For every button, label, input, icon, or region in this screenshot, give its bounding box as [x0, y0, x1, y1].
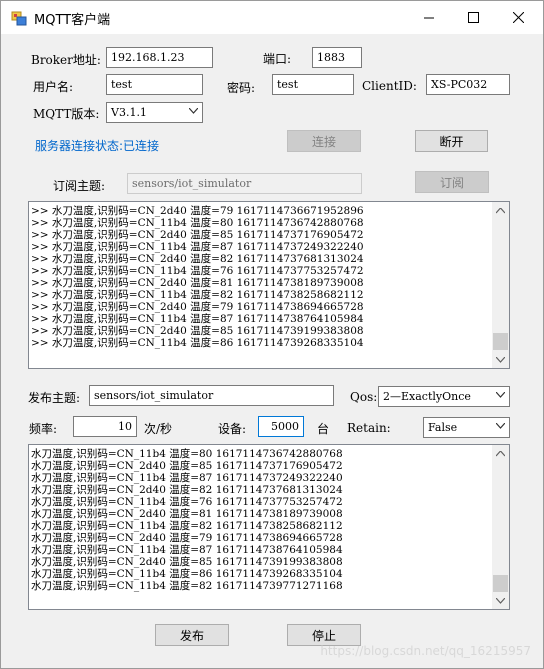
clientid-label: ClientID:	[362, 79, 417, 93]
scroll-down-button[interactable]	[492, 351, 509, 368]
mqtt-version-value: V3.1.1	[111, 106, 147, 119]
minimize-button[interactable]	[406, 1, 451, 34]
chevron-up-icon	[496, 207, 505, 213]
app-icon	[11, 10, 27, 26]
qos-value: 2—ExactlyOnce	[383, 390, 471, 403]
app-window: MQTT客户端 Broker地址: 192.168.1.23 端口: 1883 …	[0, 0, 544, 669]
chevron-down-icon	[496, 597, 505, 604]
list-item[interactable]: >> 水刀温度,识别码=CN_2d40 温度=85 16171147391993…	[29, 325, 364, 337]
scroll-down-button[interactable]	[492, 592, 509, 609]
subscribe-topic-label: 订阅主题:	[53, 179, 106, 193]
chevron-down-icon	[189, 108, 198, 114]
broker-label: Broker地址:	[31, 53, 101, 67]
list-item[interactable]: 水刀温度,识别码=CN_11b4 温度=87 16171147372493222…	[29, 472, 343, 484]
scroll-thumb[interactable]	[493, 333, 508, 350]
sent-messages-list[interactable]: 水刀温度,识别码=CN_11b4 温度=80 16171147367428807…	[28, 444, 510, 610]
list-item[interactable]: >> 水刀温度,识别码=CN_11b4 温度=87 16171147372493…	[29, 241, 364, 253]
qos-label: Qos:	[350, 390, 378, 404]
list-item[interactable]: 水刀温度,识别码=CN_11b4 温度=76 16171147377532574…	[29, 496, 343, 508]
list-item[interactable]: 水刀温度,识别码=CN_11b4 温度=82 16171147397712711…	[29, 580, 343, 592]
title-bar[interactable]: MQTT客户端	[1, 1, 543, 34]
publish-topic-label: 发布主题:	[28, 391, 81, 405]
publish-button[interactable]: 发布	[155, 624, 229, 646]
received-messages: >> 水刀温度,识别码=CN_2d40 温度=79 16171147366719…	[29, 205, 364, 349]
chevron-down-icon	[496, 392, 505, 398]
frequency-label: 频率:	[29, 422, 58, 436]
close-button[interactable]	[496, 1, 541, 34]
list-item[interactable]: >> 水刀温度,识别码=CN_2d40 温度=79 16171147366719…	[29, 205, 364, 217]
list-item[interactable]: >> 水刀温度,识别码=CN_2d40 温度=85 16171147371769…	[29, 229, 364, 241]
password-input[interactable]: test	[272, 74, 354, 95]
list-item[interactable]: >> 水刀温度,识别码=CN_11b4 温度=76 16171147377532…	[29, 265, 364, 277]
device-label: 设备:	[218, 422, 247, 436]
broker-address-input[interactable]: 192.168.1.23	[106, 47, 213, 68]
mqtt-version-select[interactable]: V3.1.1	[106, 102, 203, 123]
list-item[interactable]: >> 水刀温度,识别码=CN_2d40 温度=81 16171147381897…	[29, 277, 364, 289]
list-item[interactable]: 水刀温度,识别码=CN_2d40 温度=79 16171147386946657…	[29, 532, 343, 544]
list-item[interactable]: 水刀温度,识别码=CN_2d40 温度=85 16171147391993838…	[29, 556, 343, 568]
sent-messages: 水刀温度,识别码=CN_11b4 温度=80 16171147367428807…	[29, 448, 343, 592]
list-item[interactable]: 水刀温度,识别码=CN_2d40 温度=81 16171147381897390…	[29, 508, 343, 520]
watermark: https://blog.csdn.net/qq_16215957	[320, 644, 531, 658]
device-count-input[interactable]: 5000	[258, 416, 304, 437]
list-item[interactable]: 水刀温度,识别码=CN_11b4 温度=87 16171147387641059…	[29, 544, 343, 556]
subscribe-topic-input[interactable]: sensors/iot_simulator	[127, 173, 362, 194]
list-item[interactable]: 水刀温度,识别码=CN_11b4 温度=86 16171147392683351…	[29, 568, 343, 580]
list-item[interactable]: 水刀温度,识别码=CN_11b4 温度=80 16171147367428807…	[29, 448, 343, 460]
list-item[interactable]: >> 水刀温度,识别码=CN_2d40 温度=79 16171147386946…	[29, 301, 364, 313]
chevron-up-icon	[496, 450, 505, 456]
minimize-icon	[423, 17, 434, 18]
maximize-button[interactable]	[451, 1, 496, 34]
scroll-thumb[interactable]	[493, 575, 508, 592]
retain-select[interactable]: False	[423, 417, 510, 438]
chevron-down-icon	[496, 423, 505, 429]
sent-scrollbar[interactable]	[492, 445, 509, 609]
list-item[interactable]: >> 水刀温度,识别码=CN_11b4 温度=82 16171147382586…	[29, 289, 364, 301]
connection-status: 服务器连接状态:已连接	[35, 139, 160, 153]
username-label: 用户名:	[33, 80, 74, 94]
frequency-unit: 次/秒	[144, 422, 173, 436]
received-scrollbar[interactable]	[492, 202, 509, 368]
maximize-icon	[468, 12, 479, 23]
connect-button[interactable]: 连接	[287, 130, 361, 152]
port-input[interactable]: 1883	[312, 47, 362, 68]
received-messages-list[interactable]: >> 水刀温度,识别码=CN_2d40 温度=79 16171147366719…	[28, 201, 510, 369]
list-item[interactable]: 水刀温度,识别码=CN_2d40 温度=85 16171147371769054…	[29, 460, 343, 472]
device-unit: 台	[317, 422, 330, 436]
chevron-down-icon	[496, 356, 505, 363]
scroll-up-button[interactable]	[492, 445, 509, 462]
list-item[interactable]: >> 水刀温度,识别码=CN_11b4 温度=87 16171147387641…	[29, 313, 364, 325]
retain-label: Retain:	[347, 421, 391, 435]
password-label: 密码:	[227, 81, 256, 95]
list-item[interactable]: >> 水刀温度,识别码=CN_11b4 温度=80 16171147367428…	[29, 217, 364, 229]
list-item[interactable]: >> 水刀温度,识别码=CN_2d40 温度=82 16171147376813…	[29, 253, 364, 265]
frequency-input[interactable]: 10	[73, 416, 137, 437]
window-title: MQTT客户端	[34, 13, 111, 28]
scroll-up-button[interactable]	[492, 202, 509, 219]
list-item[interactable]: 水刀温度,识别码=CN_2d40 温度=82 16171147376813130…	[29, 484, 343, 496]
subscribe-button[interactable]: 订阅	[415, 171, 489, 193]
publish-topic-input[interactable]: sensors/iot_simulator	[89, 385, 334, 406]
stop-button[interactable]: 停止	[287, 624, 361, 646]
port-label: 端口:	[263, 52, 292, 66]
disconnect-button[interactable]: 断开	[415, 130, 488, 152]
username-input[interactable]: test	[106, 74, 203, 95]
clientid-input[interactable]: XS-PC032	[426, 74, 510, 95]
retain-value: False	[428, 421, 458, 434]
qos-select[interactable]: 2—ExactlyOnce	[378, 386, 510, 407]
mqtt-version-label: MQTT版本:	[33, 107, 100, 121]
list-item[interactable]: >> 水刀温度,识别码=CN_11b4 温度=86 16171147392683…	[29, 337, 364, 349]
close-icon	[513, 12, 524, 23]
list-item[interactable]: 水刀温度,识别码=CN_11b4 温度=82 16171147382586821…	[29, 520, 343, 532]
